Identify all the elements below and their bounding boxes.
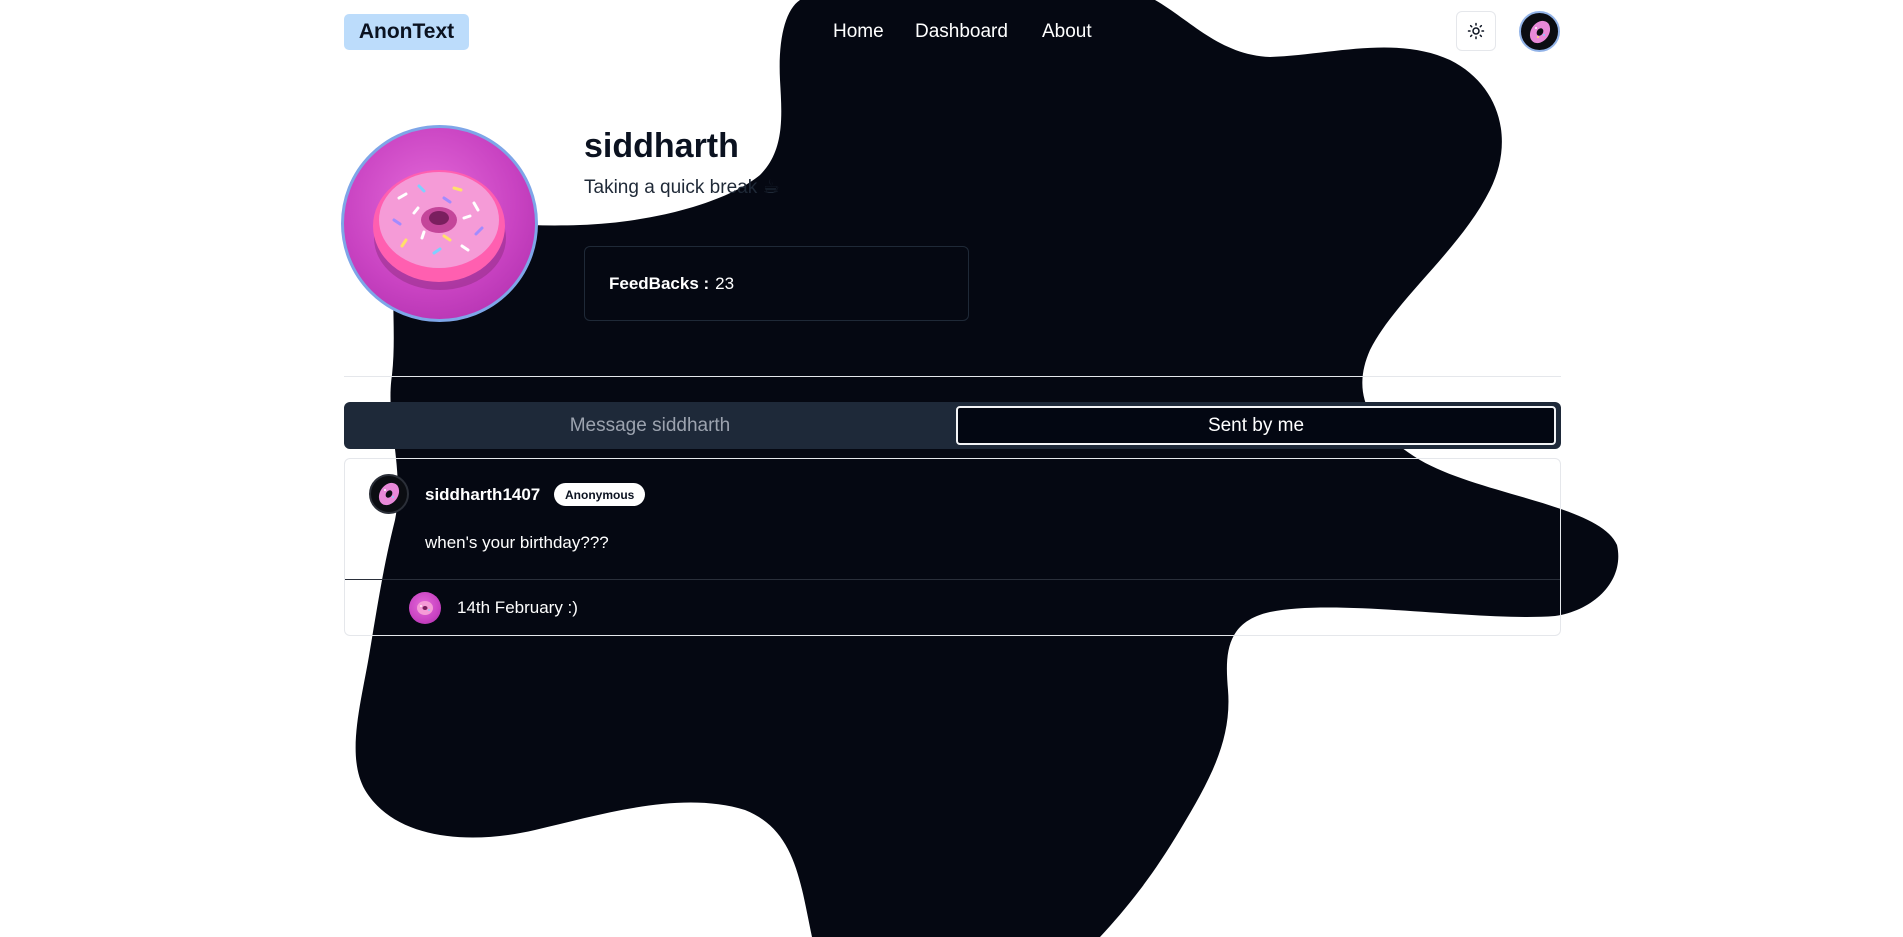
feedback-count: 23 (715, 273, 735, 293)
profile-status: Taking a quick break ☕ (584, 177, 780, 198)
app-logo[interactable]: AnonText (344, 14, 469, 50)
nav-dashboard[interactable]: Dashboard (915, 20, 1008, 44)
feedback-count-card: FeedBacks : 23 (584, 246, 969, 321)
page: AnonText Home Dashboard About siddharth … (0, 0, 1903, 937)
message-text: when's your birthday??? (425, 533, 609, 552)
donut-icon (378, 482, 400, 506)
profile-name: siddharth (584, 127, 739, 165)
profile-avatar (341, 125, 538, 322)
user-avatar-button[interactable] (1519, 11, 1560, 52)
theme-toggle-button[interactable] (1456, 11, 1496, 51)
tab-sent-by-me[interactable]: Sent by me (956, 406, 1556, 445)
tab-message[interactable]: Message siddharth (348, 406, 952, 445)
sun-icon (1467, 22, 1485, 40)
reply-text: 14th February :) (457, 598, 578, 617)
donut-icon (417, 601, 433, 615)
tab-bar: Message siddharth Sent by me (344, 402, 1561, 449)
message-card: siddharth1407 Anonymous when's your birt… (344, 458, 1561, 636)
donut-icon (1529, 20, 1550, 43)
sender-username[interactable]: siddharth1407 (425, 484, 540, 506)
donut-image (373, 170, 506, 290)
reply-avatar (409, 592, 441, 624)
nav-home[interactable]: Home (833, 20, 884, 44)
nav-about[interactable]: About (1042, 20, 1092, 44)
anonymous-badge: Anonymous (554, 483, 646, 506)
section-divider (344, 376, 1561, 377)
feedback-label: FeedBacks : (609, 273, 710, 293)
reply-divider (345, 579, 1560, 580)
sender-avatar (369, 474, 409, 514)
